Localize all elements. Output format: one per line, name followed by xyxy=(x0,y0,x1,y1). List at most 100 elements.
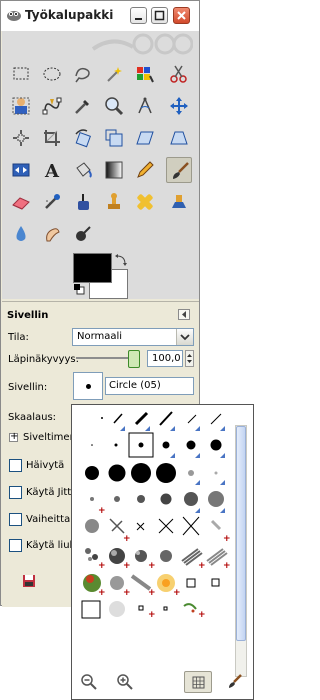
blend-tool[interactable] xyxy=(101,157,127,183)
flip-tool[interactable] xyxy=(8,157,34,183)
gradient-checkbox[interactable] xyxy=(9,539,22,552)
paintbrush-tool[interactable] xyxy=(166,157,192,183)
crop-tool[interactable] xyxy=(39,125,65,151)
opacity-spin-buttons[interactable] xyxy=(185,350,194,367)
brush-cell[interactable] xyxy=(81,600,101,619)
ellipse-select-tool[interactable] xyxy=(39,61,65,87)
brush-cell[interactable] xyxy=(211,578,220,587)
brush-cell[interactable] xyxy=(187,414,197,424)
opacity-input[interactable]: 100,0 xyxy=(147,350,183,367)
brush-cell[interactable] xyxy=(160,550,172,562)
maximize-button[interactable] xyxy=(151,7,168,24)
brush-cell[interactable] xyxy=(85,466,99,480)
free-select-tool[interactable] xyxy=(70,61,96,87)
brush-dynamics-expander[interactable] xyxy=(9,431,18,442)
brush-cell[interactable] xyxy=(182,516,200,536)
brush-cell[interactable] xyxy=(183,603,197,613)
brush-cell[interactable] xyxy=(101,412,103,422)
heal-tool[interactable] xyxy=(132,189,158,215)
select-by-color-tool[interactable] xyxy=(132,61,158,87)
color-picker-tool[interactable] xyxy=(70,93,96,119)
brush-popup-scrollbar[interactable] xyxy=(235,425,247,677)
brush-preview-button[interactable] xyxy=(73,372,103,400)
shear-tool[interactable] xyxy=(132,125,158,151)
brush-cell[interactable] xyxy=(128,432,154,458)
foreground-color[interactable] xyxy=(73,253,112,283)
brush-cell[interactable] xyxy=(114,496,120,502)
brush-cell[interactable] xyxy=(214,471,218,475)
measure-tool[interactable] xyxy=(132,93,158,119)
minimize-button[interactable] xyxy=(130,7,147,24)
fade-checkbox[interactable] xyxy=(9,459,22,472)
brush-cell[interactable] xyxy=(110,576,124,590)
brush-cell[interactable] xyxy=(186,440,196,450)
clone-tool[interactable] xyxy=(101,189,127,215)
brush-cell[interactable] xyxy=(108,464,126,482)
brush-cell[interactable] xyxy=(159,411,173,426)
rotate-tool[interactable] xyxy=(70,125,96,151)
ink-tool[interactable] xyxy=(70,189,96,215)
options-menu-button[interactable] xyxy=(178,309,190,320)
brush-cell[interactable] xyxy=(158,518,174,534)
save-options-icon[interactable] xyxy=(22,574,36,588)
edit-brush-button[interactable] xyxy=(224,671,246,693)
jitter-checkbox[interactable] xyxy=(9,486,22,499)
opacity-slider-handle[interactable] xyxy=(128,350,140,368)
zoom-in-button[interactable] xyxy=(114,671,136,693)
dodge-burn-tool[interactable] xyxy=(70,221,96,247)
move-tool[interactable] xyxy=(166,93,192,119)
brush-cell[interactable] xyxy=(85,548,98,561)
foreground-select-tool[interactable] xyxy=(8,93,34,119)
brush-cell[interactable] xyxy=(131,463,151,483)
blur-tool[interactable] xyxy=(8,221,34,247)
brush-cell[interactable] xyxy=(163,606,168,611)
brush-cell[interactable] xyxy=(156,463,176,483)
brush-cell[interactable] xyxy=(186,578,196,588)
brush-cell[interactable] xyxy=(138,605,144,611)
brush-cell[interactable] xyxy=(137,495,145,503)
text-tool[interactable]: A xyxy=(39,157,65,183)
brush-cell[interactable] xyxy=(184,492,198,506)
scrollbar-thumb[interactable] xyxy=(236,426,246,641)
rect-select-tool[interactable] xyxy=(8,61,34,87)
pencil-tool[interactable] xyxy=(132,157,158,183)
close-button[interactable] xyxy=(173,7,190,24)
smudge-tool[interactable] xyxy=(39,221,65,247)
brush-cell[interactable] xyxy=(109,518,125,534)
incremental-checkbox[interactable] xyxy=(9,513,22,526)
brush-cell[interactable] xyxy=(134,411,149,426)
paths-tool[interactable] xyxy=(39,93,65,119)
zoom-tool[interactable] xyxy=(101,93,127,119)
brush-cell[interactable] xyxy=(188,470,194,476)
brush-cell[interactable] xyxy=(210,439,222,451)
brush-cell[interactable] xyxy=(90,497,94,501)
brush-cell[interactable] xyxy=(85,519,99,533)
fuzzy-select-tool[interactable] xyxy=(101,61,127,87)
brush-cell[interactable] xyxy=(136,522,145,531)
scale-tool[interactable] xyxy=(101,125,127,151)
scissors-tool[interactable] xyxy=(166,61,192,87)
brush-cell[interactable] xyxy=(114,443,118,447)
perspective-clone-tool[interactable] xyxy=(166,189,192,215)
zoom-out-button[interactable] xyxy=(78,671,100,693)
brush-cell[interactable] xyxy=(210,413,222,425)
brush-cell[interactable] xyxy=(162,441,170,449)
brush-cell[interactable] xyxy=(91,444,93,446)
default-colors-icon[interactable] xyxy=(73,283,85,295)
airbrush-tool[interactable] xyxy=(39,189,65,215)
brush-cell[interactable] xyxy=(210,519,222,531)
brush-cell[interactable] xyxy=(109,601,125,617)
brush-cell[interactable] xyxy=(113,413,123,424)
brush-name-field[interactable]: Circle (05) xyxy=(105,377,194,395)
title-bar[interactable]: Työkalupakki xyxy=(1,1,199,31)
align-tool[interactable] xyxy=(8,125,34,151)
mode-combo[interactable]: Normaali xyxy=(72,328,194,346)
grid-view-button[interactable] xyxy=(184,671,212,693)
brush-cell[interactable] xyxy=(160,493,172,505)
brush-cell[interactable] xyxy=(135,550,147,562)
eraser-tool[interactable] xyxy=(8,189,34,215)
perspective-tool[interactable] xyxy=(166,125,192,151)
swap-colors-icon[interactable] xyxy=(114,253,128,267)
bucket-fill-tool[interactable] xyxy=(70,157,96,183)
brush-cell[interactable] xyxy=(208,491,224,507)
